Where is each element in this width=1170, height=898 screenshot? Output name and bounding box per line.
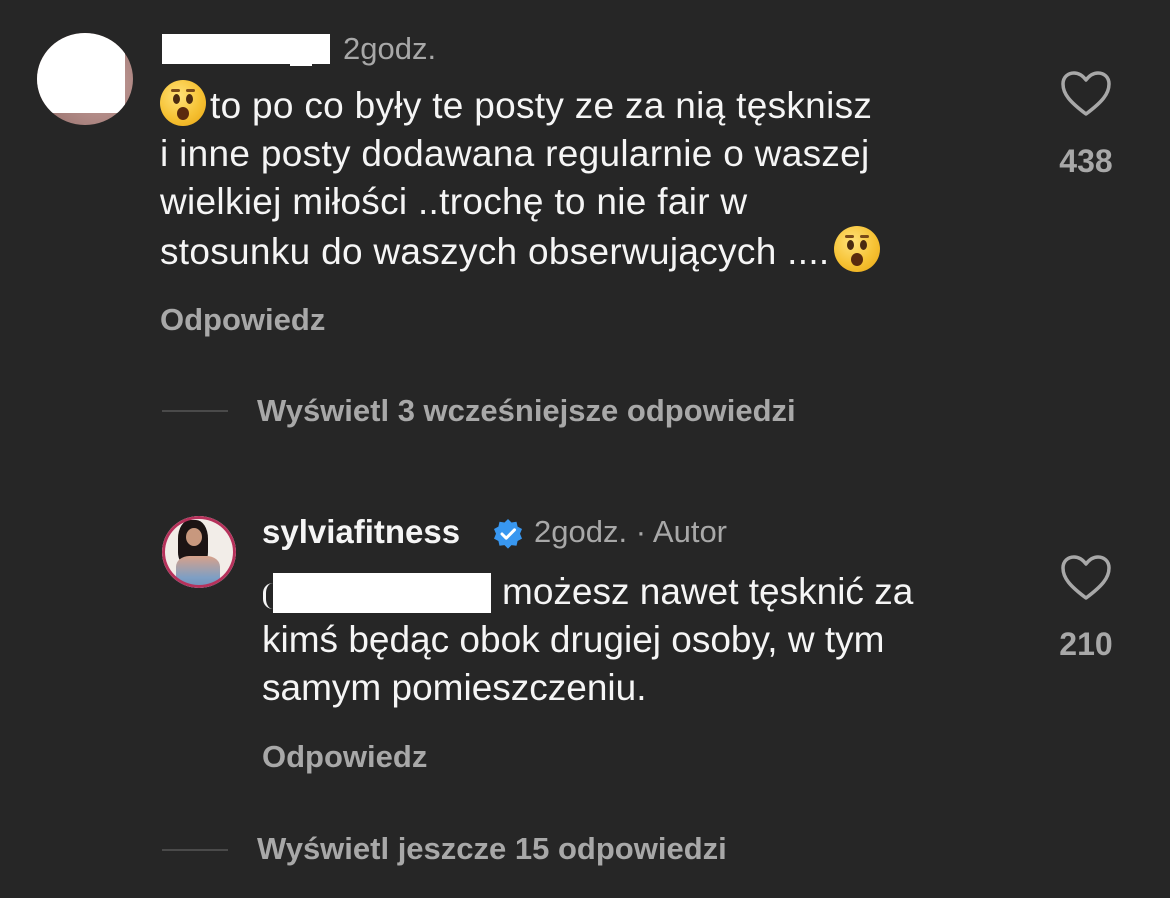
like-count: 438	[1059, 143, 1113, 179]
astonished-face-emoji	[833, 226, 880, 272]
reply-timestamp-author: 2godz. · Autor	[534, 514, 728, 549]
astonished-face-emoji	[160, 80, 206, 126]
view-more-replies-link[interactable]: Wyświetl jeszcze 15 odpowiedzi	[257, 831, 727, 867]
comment-timestamp: 2godz.	[343, 31, 437, 66]
heart-outline-icon[interactable]	[1060, 554, 1112, 602]
comment-text: to po co były te posty ze za nią tęsknis…	[160, 80, 1040, 276]
like-count: 210	[1059, 626, 1113, 662]
divider-line	[162, 410, 228, 412]
author-username[interactable]: sylviafitness	[262, 513, 460, 551]
reply-button[interactable]: Odpowiedz	[262, 739, 427, 775]
view-previous-replies-link[interactable]: Wyświetl 3 wcześniejsze odpowiedzi	[257, 393, 796, 429]
divider-line	[162, 849, 228, 851]
reply-line: kimś będąc obok drugiej osoby, w tym	[262, 619, 885, 660]
comment-line: to po co były te posty ze za nią tęsknis…	[210, 85, 873, 126]
commenter-username-redacted	[162, 34, 330, 66]
heart-outline-icon[interactable]	[1060, 70, 1112, 118]
mention-redacted	[263, 573, 491, 613]
reply-button[interactable]: Odpowiedz	[160, 302, 325, 338]
comments-thread: 2godz. to po co były te posty ze za nią …	[0, 0, 1170, 898]
commenter-avatar[interactable]	[37, 33, 133, 125]
reply-line: samym pomieszczeniu.	[262, 667, 647, 708]
redaction-box	[37, 33, 125, 113]
author-avatar[interactable]	[162, 516, 236, 588]
comment-line: wielkiej miłości ..trochę to nie fair w	[160, 181, 748, 222]
comment-line: i inne posty dodawana regularnie o wasze…	[160, 133, 870, 174]
verified-badge-icon	[494, 519, 522, 549]
comment-line: stosunku do waszych obserwujących ....	[160, 231, 830, 272]
